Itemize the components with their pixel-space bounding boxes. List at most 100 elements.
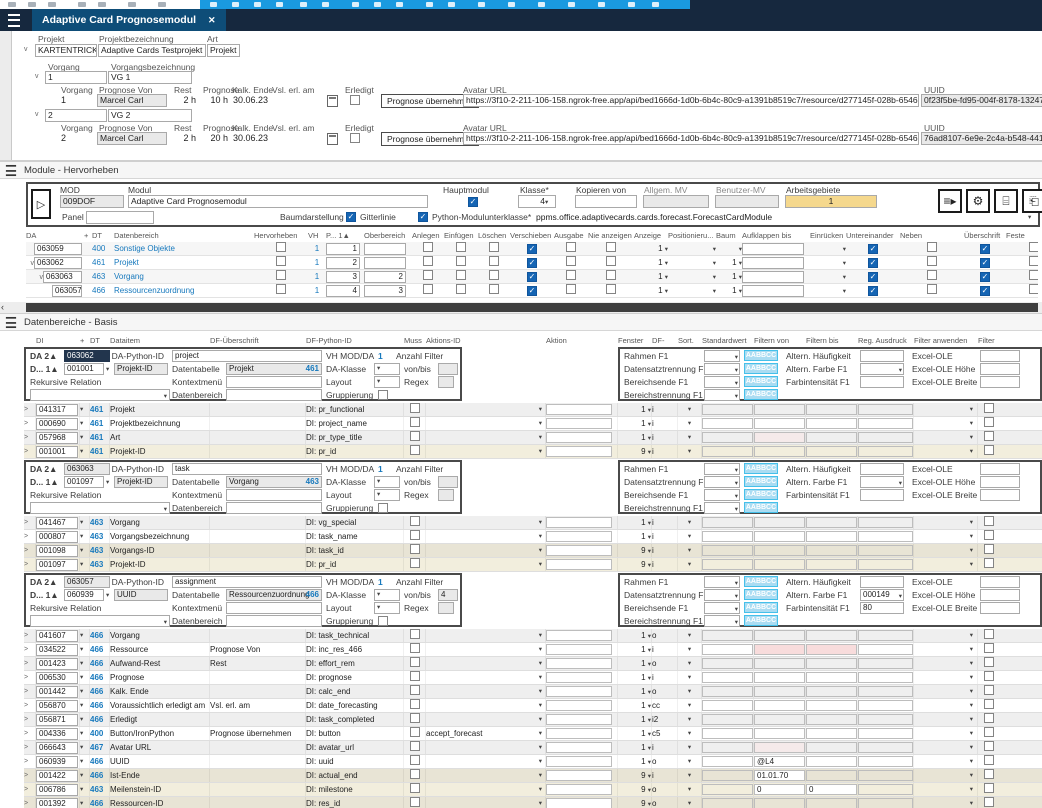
chevron-down-icon[interactable]: ▾ <box>914 671 973 684</box>
feste-ueberschrift-checkbox[interactable] <box>1029 256 1038 266</box>
filtern-bis-field[interactable] <box>806 630 857 641</box>
chevron-down-icon[interactable]: ▾ <box>678 643 701 656</box>
color-swatch[interactable]: AABBCC <box>744 476 778 487</box>
filter-anwenden-cell[interactable]: ▾ <box>914 544 978 557</box>
standardwert-field[interactable] <box>702 531 753 542</box>
chevron-down-icon[interactable]: ▾ <box>1028 213 1031 221</box>
filtern-bis-field[interactable] <box>806 559 857 570</box>
chevron-down-icon[interactable]: ▾ <box>914 783 973 796</box>
chevron-down-icon[interactable]: ▾ <box>914 431 973 444</box>
loeschen-checkbox[interactable] <box>489 284 499 294</box>
di-field[interactable]: 004336 <box>36 728 78 740</box>
chevron-down-icon[interactable]: ▾ <box>539 797 542 808</box>
chevron-down-icon[interactable]: ▾ <box>80 797 89 808</box>
chevron-down-icon[interactable]: ▾ <box>539 629 542 642</box>
chevron-down-icon[interactable]: ▾ <box>80 530 89 543</box>
aktion-field[interactable] <box>546 798 612 808</box>
di-field[interactable]: 041607 <box>36 630 78 642</box>
chevron-down-icon[interactable]: ▾ <box>648 548 651 555</box>
datenbereich-field[interactable] <box>226 615 322 627</box>
chevron-down-icon[interactable]: ▾ <box>914 643 973 656</box>
filter-anwenden-cell[interactable]: ▾ <box>914 671 978 684</box>
chevron-down-icon[interactable]: ▾ <box>80 629 89 642</box>
sort-cell[interactable]: ▾ <box>678 699 702 712</box>
di-field[interactable]: 041467 <box>36 517 78 529</box>
fenster-cell[interactable]: 9 ▾ <box>618 445 652 458</box>
column-header[interactable]: Aufklappen bis Ebene <box>742 230 810 242</box>
chevron-down-icon[interactable]: ▾ <box>678 629 701 642</box>
filter-anwenden-cell[interactable]: ▾ <box>914 755 978 768</box>
chevron-down-icon[interactable]: ▾ <box>539 657 542 670</box>
farbintensitaet-field[interactable] <box>860 489 904 501</box>
expander-icon[interactable]: v <box>35 111 39 118</box>
toolbar-icon[interactable] <box>300 2 307 7</box>
aktions-id-cell[interactable]: ▾ <box>426 431 546 444</box>
aktions-id-cell[interactable]: accept_forecast▾ <box>426 727 546 740</box>
filtern-von-field[interactable] <box>754 714 805 725</box>
project-type-field[interactable]: Projekt <box>207 44 240 57</box>
sort-cell[interactable]: ▾ <box>678 643 702 656</box>
aktion-field[interactable] <box>546 432 612 443</box>
chevron-down-icon[interactable]: ▾ <box>80 727 89 740</box>
toolbar-icon[interactable] <box>28 2 36 7</box>
chevron-down-icon[interactable]: ▾ <box>539 530 542 543</box>
expander-icon[interactable]: v <box>26 271 43 283</box>
column-header[interactable]: + <box>84 230 92 242</box>
sort-cell[interactable]: ▾ <box>678 755 702 768</box>
rekursive-relation-select[interactable]: ▾ <box>30 615 170 627</box>
rahmen-select[interactable]: ▾ <box>704 463 740 475</box>
filter-deak-checkbox[interactable] <box>984 516 994 526</box>
fenster-cell[interactable]: 9 ▾ <box>618 544 652 557</box>
aktion-field[interactable] <box>546 742 612 753</box>
chevron-down-icon[interactable]: ▾ <box>80 403 89 416</box>
farbintensitaet-field[interactable]: 80 <box>860 602 904 614</box>
reg-ausdruck-field[interactable] <box>858 432 913 443</box>
chevron-down-icon[interactable]: ▾ <box>80 417 89 430</box>
chevron-down-icon[interactable]: ▾ <box>539 643 542 656</box>
excel-ole-hoehe-field[interactable] <box>980 476 1020 488</box>
ueberschrift-checkbox[interactable]: ✓ <box>980 272 990 282</box>
filtern-von-field[interactable] <box>754 728 805 739</box>
untereinander-checkbox[interactable]: ✓ <box>868 272 878 282</box>
color-swatch[interactable]: AABBCC <box>744 615 778 626</box>
filter-anwenden-cell[interactable]: ▾ <box>914 741 978 754</box>
module-section-header[interactable]: Module - Hervorheben <box>0 161 1042 179</box>
di-field[interactable]: 001442 <box>36 686 78 698</box>
excel-ole-hoehe-field[interactable] <box>980 363 1020 375</box>
da-klasse-select[interactable]: ▾ <box>374 363 400 375</box>
datensatztrennung-select[interactable]: ▾ <box>704 476 740 488</box>
expander-icon[interactable]: > <box>24 657 36 670</box>
muss-checkbox[interactable] <box>410 657 420 667</box>
column-header[interactable]: + <box>80 335 90 346</box>
feste-ueberschrift-checkbox[interactable] <box>1029 270 1038 280</box>
di-field[interactable]: 060939 <box>36 756 78 768</box>
expander-icon[interactable]: > <box>24 403 36 416</box>
reg-ausdruck-field[interactable] <box>858 728 913 739</box>
filtern-bis-field[interactable] <box>806 686 857 697</box>
chevron-down-icon[interactable]: ▾ <box>735 592 738 601</box>
prognose-von-field[interactable]: Marcel Carl <box>97 132 167 145</box>
chevron-down-icon[interactable]: ▾ <box>678 755 701 768</box>
dropdown-cell[interactable]: ▾ <box>80 516 90 529</box>
toolbar-icon[interactable] <box>448 2 455 7</box>
fenster-cell[interactable]: 9 ▾ <box>618 783 652 796</box>
aktion-field[interactable] <box>546 531 612 542</box>
chevron-down-icon[interactable]: ▾ <box>539 699 542 712</box>
toolbar-icon[interactable] <box>374 2 381 7</box>
filter-deak-checkbox[interactable] <box>984 727 994 737</box>
chevron-down-icon[interactable]: ▾ <box>539 769 542 782</box>
chevron-down-icon[interactable]: ▾ <box>735 392 738 401</box>
filter-anwenden-cell[interactable]: ▾ <box>914 445 978 458</box>
dropdown-cell[interactable]: ▾ <box>80 629 90 642</box>
filtern-von-field[interactable] <box>754 742 805 753</box>
chevron-down-icon[interactable]: ▾ <box>648 703 651 710</box>
di-field[interactable]: 056871 <box>36 714 78 726</box>
muss-checkbox[interactable] <box>410 403 420 413</box>
sort-cell[interactable]: ▾ <box>678 431 702 444</box>
chevron-down-icon[interactable]: ▾ <box>80 431 89 444</box>
filter-deak-checkbox[interactable] <box>984 699 994 709</box>
positionierung-cell[interactable]: ▾ <box>668 256 716 269</box>
chevron-down-icon[interactable]: ▾ <box>914 417 973 430</box>
column-header[interactable] <box>24 335 36 346</box>
aktion-field[interactable] <box>546 517 612 528</box>
